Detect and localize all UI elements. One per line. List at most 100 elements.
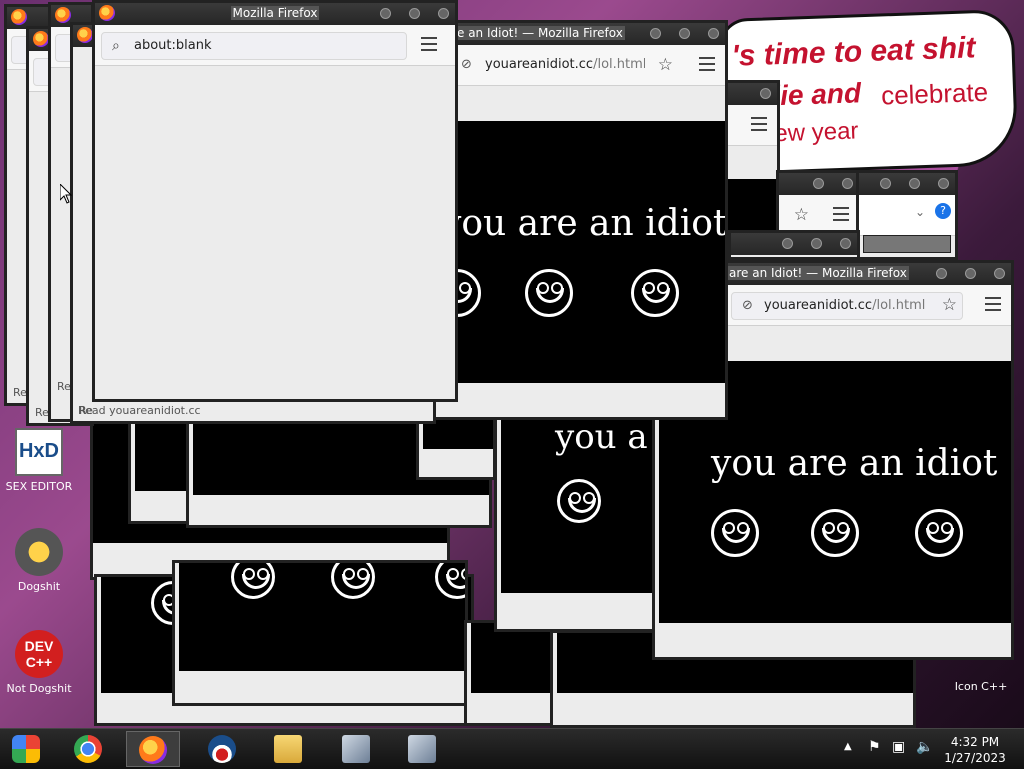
url-host: youareanidiot.cc — [764, 298, 873, 313]
url-path: /lol.html — [593, 57, 645, 72]
help-icon[interactable]: ? — [935, 203, 951, 219]
taskbar: ▲ ⚑ ▣ 🔈 4:32 PM 1/27/2023 — [0, 728, 1024, 769]
firefox-icon — [55, 7, 71, 23]
url-bar[interactable]: ⌕ about:blank — [101, 32, 407, 60]
taskbar-obama-app[interactable] — [196, 731, 250, 767]
url-path: /lol.html — [872, 298, 926, 313]
smiley-icon — [915, 509, 963, 557]
desktop: 's time to eat shit die and celebrate ew… — [0, 0, 1024, 728]
show-hidden-icons-icon[interactable]: ▲ — [844, 741, 852, 752]
front-firefox-window[interactable]: Mozilla Firefox ⌕ about:blank — [92, 0, 458, 402]
desktop-icon-label: Dogshit — [17, 580, 61, 593]
dev-cpp-icon: DEV C++ — [15, 630, 63, 678]
idiot-window-bg-6[interactable] — [172, 560, 468, 706]
wallpaper-text-line2-plain: celebrate — [880, 76, 989, 111]
smiley-icon — [557, 479, 601, 523]
firefox-icon — [139, 736, 167, 764]
idiot-message-partial: you a — [555, 417, 648, 457]
bookmark-star-icon[interactable]: ☆ — [658, 55, 673, 75]
smiley-icon — [631, 269, 679, 317]
clock-date: 1/27/2023 — [944, 751, 1006, 765]
tracking-protection-icon[interactable]: ⊘ — [742, 293, 753, 319]
desktop-icon-label: SEX EDITOR — [5, 480, 73, 493]
url-host: youareanidiot.cc — [485, 57, 594, 72]
folder-icon — [274, 735, 302, 763]
taskbar-installer-2[interactable] — [396, 731, 450, 767]
idiot-content — [471, 623, 557, 693]
minimize-button[interactable] — [380, 8, 391, 19]
chrome-icon — [74, 735, 102, 763]
wallpaper-text-line1: 's time to eat shit — [731, 31, 976, 73]
taskbar-chrome[interactable] — [62, 731, 116, 767]
volume-icon[interactable]: 🔈 — [916, 739, 933, 755]
window-controls[interactable] — [862, 178, 949, 192]
smiley-icon — [811, 509, 859, 557]
firefox-icon — [11, 9, 27, 25]
flag-icon[interactable]: ⚑ — [868, 739, 881, 755]
start-orb-icon — [12, 735, 40, 763]
installer-icon — [342, 735, 370, 763]
idiot-window-partial[interactable]: you a — [494, 410, 666, 632]
window-controls[interactable] — [632, 28, 719, 42]
window-titlebar[interactable] — [779, 173, 859, 195]
firefox-window-bg-c[interactable]: ⌄ ? — [856, 170, 958, 260]
idiot-message: you are an idiot — [441, 203, 728, 244]
window-titlebar[interactable] — [731, 233, 857, 255]
chevron-down-icon[interactable]: ⌄ — [915, 205, 925, 219]
search-icon: ⌕ — [112, 38, 120, 54]
taskbar-firefox[interactable] — [126, 731, 180, 767]
idiot-browser-window-1[interactable]: e an Idiot! — Mozilla Firefox ⊘ youarean… — [430, 20, 728, 420]
url-text: about:blank — [134, 38, 212, 53]
smiley-icon — [711, 509, 759, 557]
clock-time: 4:32 PM — [950, 735, 1000, 749]
cpp-icon — [15, 528, 63, 576]
hamburger-menu-icon[interactable] — [833, 207, 849, 221]
desktop-icon-icon-cpp[interactable]: Icon C++ — [942, 680, 1020, 693]
idiot-content — [179, 563, 465, 671]
wallpaper-text-line3: ew year — [773, 117, 859, 148]
tracking-protection-icon[interactable]: ⊘ — [461, 52, 472, 78]
close-button[interactable] — [438, 8, 449, 19]
taskbar-installer-1[interactable] — [330, 731, 384, 767]
hamburger-menu-icon[interactable] — [699, 57, 715, 71]
window-titlebar[interactable]: e an Idiot! — Mozilla Firefox — [433, 23, 725, 45]
window-controls[interactable] — [795, 178, 853, 192]
url-bar[interactable]: ⊘ youareanidiot.cc/lol.html — [453, 52, 645, 80]
front-status-bar: Read youareanidiot.cc — [78, 404, 201, 417]
smiley-icon — [525, 269, 573, 317]
window-controls[interactable] — [742, 88, 771, 102]
network-icon[interactable]: ▣ — [892, 739, 905, 755]
bookmark-star-icon[interactable]: ☆ — [794, 205, 809, 225]
navbar: ⌕ about:blank — [95, 25, 455, 66]
start-button[interactable] — [0, 731, 54, 767]
taskbar-file-explorer[interactable] — [262, 731, 316, 767]
desktop-icon-dev-cpp[interactable]: DEV C++ Not Dogshit — [0, 630, 78, 695]
search-bar[interactable] — [863, 235, 951, 253]
window-titlebar[interactable] — [859, 173, 955, 195]
desktop-icon-label: Not Dogshit — [6, 682, 72, 695]
url-bar[interactable]: ⊘ youareanidiot.cc/lol.html — [731, 292, 963, 320]
idiot-window-bg-7[interactable] — [464, 620, 560, 726]
window-titlebar[interactable]: Mozilla Firefox — [95, 3, 455, 25]
window-controls[interactable] — [764, 238, 851, 252]
hamburger-menu-icon[interactable] — [985, 297, 1001, 311]
hxd-icon: HxD — [15, 428, 63, 476]
idiot-message: you are an idiot — [711, 443, 998, 484]
desktop-icon-hex-editor[interactable]: HxD SEX EDITOR — [0, 428, 78, 493]
clock[interactable]: 4:32 PM 1/27/2023 — [940, 734, 1010, 766]
window-controls[interactable] — [362, 8, 449, 22]
maximize-button[interactable] — [409, 8, 420, 19]
hamburger-menu-icon[interactable] — [421, 37, 437, 51]
firefox-icon — [77, 27, 93, 43]
system-tray: ▲ ⚑ ▣ 🔈 4:32 PM 1/27/2023 — [824, 729, 1024, 769]
bookmark-star-icon[interactable]: ☆ — [942, 295, 957, 315]
desktop-icon-dogshit[interactable]: Dogshit — [0, 528, 78, 593]
navbar: ⌄ ? — [859, 195, 955, 236]
installer-icon — [408, 735, 436, 763]
obama-logo-icon — [208, 735, 236, 763]
window-controls[interactable] — [918, 268, 1005, 282]
firefox-window-bg-d[interactable] — [728, 230, 860, 260]
hamburger-menu-icon[interactable] — [751, 117, 767, 131]
desktop-icon-label: Icon C++ — [954, 680, 1008, 693]
firefox-icon — [33, 31, 49, 47]
